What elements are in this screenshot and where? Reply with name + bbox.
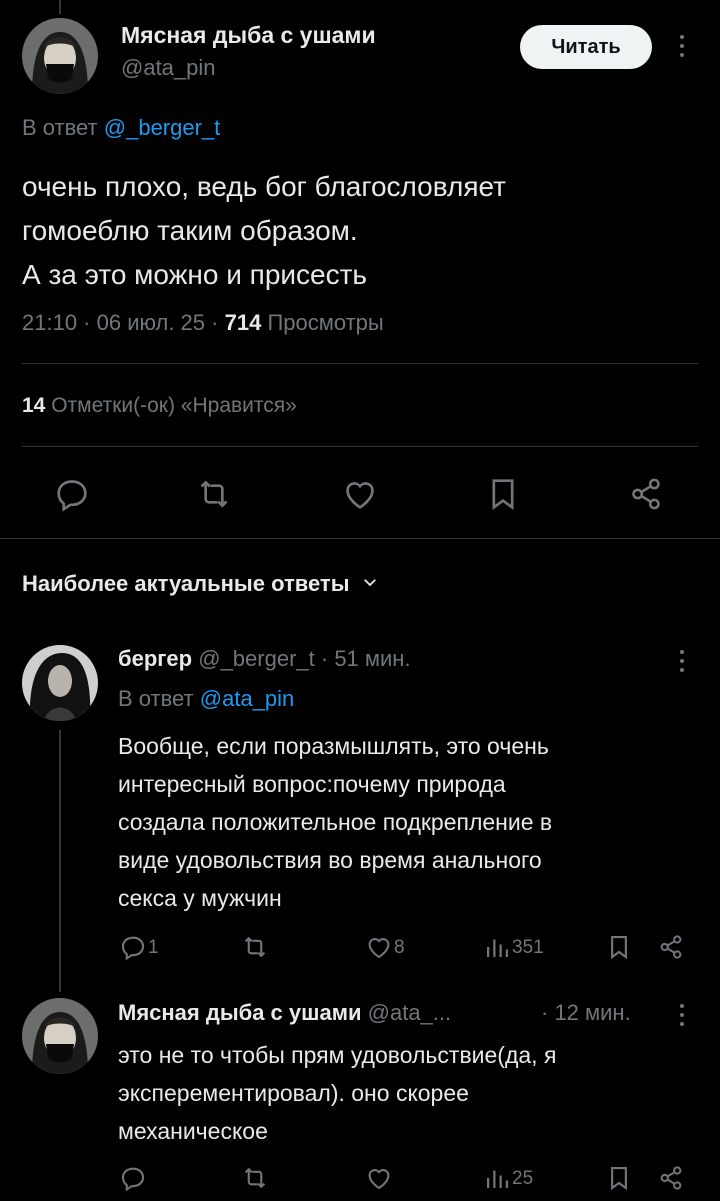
reply-count: 1 [148, 937, 159, 958]
like-count: 8 [394, 937, 405, 958]
reply-text-line: эксперементировал). оно скорее [118, 1080, 469, 1106]
likes-label: Отметки(-ок) «Нравится» [51, 394, 297, 417]
divider [22, 446, 698, 447]
avatar[interactable] [22, 998, 98, 1074]
reply-text: Вообще, если поразмышлять, это очень инт… [118, 727, 552, 917]
share-icon[interactable] [656, 1163, 686, 1193]
retweet-icon[interactable] [194, 474, 234, 514]
author-handle[interactable]: @ata_pin [121, 55, 216, 81]
bookmark-icon[interactable] [604, 932, 634, 962]
views-count: 25 [512, 1168, 534, 1189]
reply-time[interactable]: · 12 мин. [541, 1000, 631, 1026]
reply-text-line: виде удовольствия во время анального [118, 847, 542, 873]
share-icon[interactable] [656, 932, 686, 962]
divider [22, 363, 698, 364]
replies-sort-header[interactable]: Наиболее актуальные ответы [22, 571, 379, 597]
reply-text-line: механическое [118, 1118, 268, 1144]
reply-context: В ответ @ata_pin [118, 686, 294, 712]
reply-header: Мясная дыба с ушами @ata_... [118, 1000, 451, 1026]
more-icon[interactable] [679, 35, 685, 61]
reply-icon[interactable] [118, 932, 148, 962]
reply-author-name[interactable]: Мясная дыба с ушами [118, 1000, 362, 1025]
bookmark-icon[interactable] [483, 474, 523, 514]
author-name[interactable]: Мясная дыба с ушами [121, 22, 376, 49]
reply-text-line: интересный вопрос:почему природа [118, 771, 506, 797]
reply-prefix: В ответ [22, 115, 98, 140]
views-count: 351 [512, 937, 544, 958]
reply-author-name[interactable]: бергер [118, 646, 192, 671]
replies-sort-label: Наиболее актуальные ответы [22, 571, 350, 596]
like-icon[interactable] [364, 1163, 394, 1193]
tweet-text-line: очень плохо, ведь бог благословляет [22, 171, 506, 202]
reply-text: это не то чтобы прям удовольствие(да, я … [118, 1036, 556, 1150]
reply-author-handle[interactable]: @ata_... [368, 1000, 452, 1025]
share-icon[interactable] [626, 474, 666, 514]
views-label: Просмотры [267, 310, 384, 335]
reply-context: В ответ @_berger_t [22, 115, 220, 141]
likes-count: 14 [22, 394, 46, 417]
views-icon[interactable] [482, 1163, 512, 1193]
reply-header: бергер @_berger_t · 51 мин. [118, 646, 411, 672]
reply-text-line: создала положительное подкрепление в [118, 809, 553, 835]
reply-time[interactable]: · 51 мин. [321, 646, 411, 671]
reply-to-link[interactable]: @_berger_t [104, 115, 221, 140]
reply-text-line: это не то чтобы прям удовольствие(да, я [118, 1042, 557, 1068]
section-divider [0, 538, 720, 539]
tweet-text-line: А за это можно и присесть [22, 259, 368, 290]
more-icon[interactable] [679, 650, 685, 676]
tweet-time[interactable]: 21:10 · 06 июл. 25 · [22, 310, 218, 335]
retweet-icon[interactable] [240, 932, 270, 962]
avatar[interactable] [22, 18, 98, 94]
avatar[interactable] [22, 645, 98, 721]
bookmark-icon[interactable] [604, 1163, 634, 1193]
like-icon[interactable] [340, 474, 380, 514]
retweet-icon[interactable] [240, 1163, 270, 1193]
more-icon[interactable] [679, 1004, 685, 1030]
reply-icon[interactable] [52, 474, 92, 514]
thread-line-top [59, 0, 61, 14]
tweet-text: очень плохо, ведь бог благословляет гомо… [22, 165, 506, 297]
reply-text-line: Вообще, если поразмышлять, это очень [118, 733, 549, 759]
reply-icon[interactable] [118, 1163, 148, 1193]
reply-author-handle[interactable]: @_berger_t [198, 646, 315, 671]
reply-prefix: В ответ [118, 686, 194, 711]
views-icon[interactable] [482, 932, 512, 962]
likes-stat[interactable]: 14 Отметки(-ок) «Нравится» [22, 394, 297, 418]
reply-to-link[interactable]: @ata_pin [200, 686, 295, 711]
chevron-down-icon [361, 571, 379, 597]
thread-line-reply [59, 730, 61, 992]
tweet-meta: 21:10 · 06 июл. 25 · 714 Просмотры [22, 310, 384, 336]
views-count: 714 [224, 310, 262, 335]
reply-text-line: секса у мужчин [118, 885, 282, 911]
follow-button[interactable]: Читать [520, 25, 652, 69]
tweet-text-line: гомоеблю таким образом. [22, 215, 358, 246]
like-icon[interactable] [364, 932, 394, 962]
